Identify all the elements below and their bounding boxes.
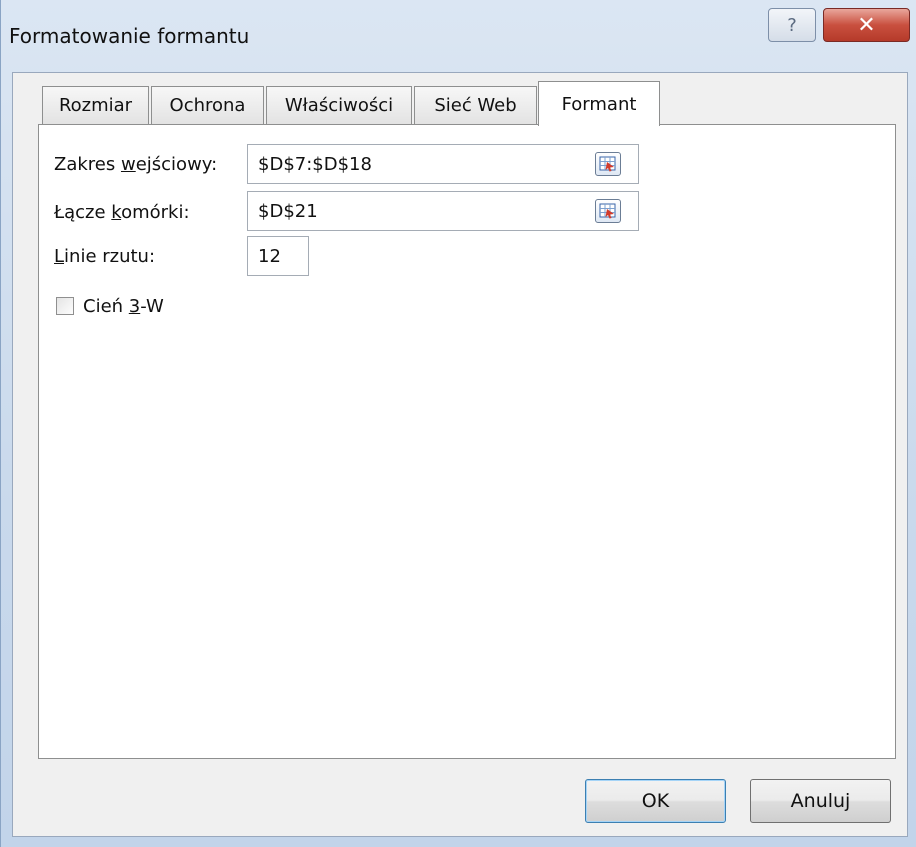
- help-icon: ?: [787, 14, 797, 36]
- input-range-label: Zakres wejściowy:: [54, 154, 218, 175]
- drop-lines-field[interactable]: 12: [247, 236, 309, 276]
- dialog-window: Formatowanie formantu ? ✕ Rozmiar Ochron…: [0, 0, 916, 847]
- tab-label: Formant: [561, 93, 637, 115]
- input-range-field[interactable]: $D$7:$D$18: [247, 144, 639, 184]
- close-button[interactable]: ✕: [823, 8, 910, 42]
- cell-link-picker-button[interactable]: [595, 199, 621, 223]
- ok-button[interactable]: OK: [585, 779, 726, 823]
- cancel-label: Anuluj: [790, 790, 851, 812]
- range-picker-icon: [599, 203, 616, 219]
- tab-siec-web[interactable]: Sieć Web: [414, 86, 537, 124]
- tab-ochrona[interactable]: Ochrona: [151, 86, 264, 124]
- cell-link-value: $D$21: [258, 200, 318, 222]
- shadow-3d-label[interactable]: Cień 3-W: [83, 296, 164, 317]
- tab-wlasciwosci[interactable]: Właściwości: [266, 86, 412, 124]
- tab-rozmiar[interactable]: Rozmiar: [42, 86, 149, 124]
- tab-label: Ochrona: [169, 95, 246, 116]
- cell-link-field[interactable]: $D$21: [247, 191, 639, 231]
- dialog-title: Formatowanie formantu: [9, 24, 250, 48]
- drop-lines-label: Linie rzutu:: [54, 246, 156, 267]
- input-range-value: $D$7:$D$18: [258, 153, 372, 175]
- tab-formant[interactable]: Formant: [538, 81, 660, 126]
- cancel-button[interactable]: Anuluj: [750, 779, 891, 823]
- tab-label: Właściwości: [284, 95, 394, 116]
- tab-label: Rozmiar: [58, 95, 133, 116]
- ok-label: OK: [641, 790, 670, 812]
- close-icon: ✕: [857, 12, 876, 38]
- help-button[interactable]: ?: [768, 8, 816, 42]
- shadow-3d-checkbox[interactable]: [56, 297, 74, 315]
- title-bar[interactable]: Formatowanie formantu ? ✕: [1, 0, 916, 72]
- cell-link-label: Łącze komórki:: [54, 202, 190, 223]
- tab-label: Sieć Web: [434, 95, 517, 116]
- drop-lines-value: 12: [258, 245, 281, 267]
- range-picker-button[interactable]: [595, 152, 621, 176]
- range-picker-icon: [599, 156, 616, 172]
